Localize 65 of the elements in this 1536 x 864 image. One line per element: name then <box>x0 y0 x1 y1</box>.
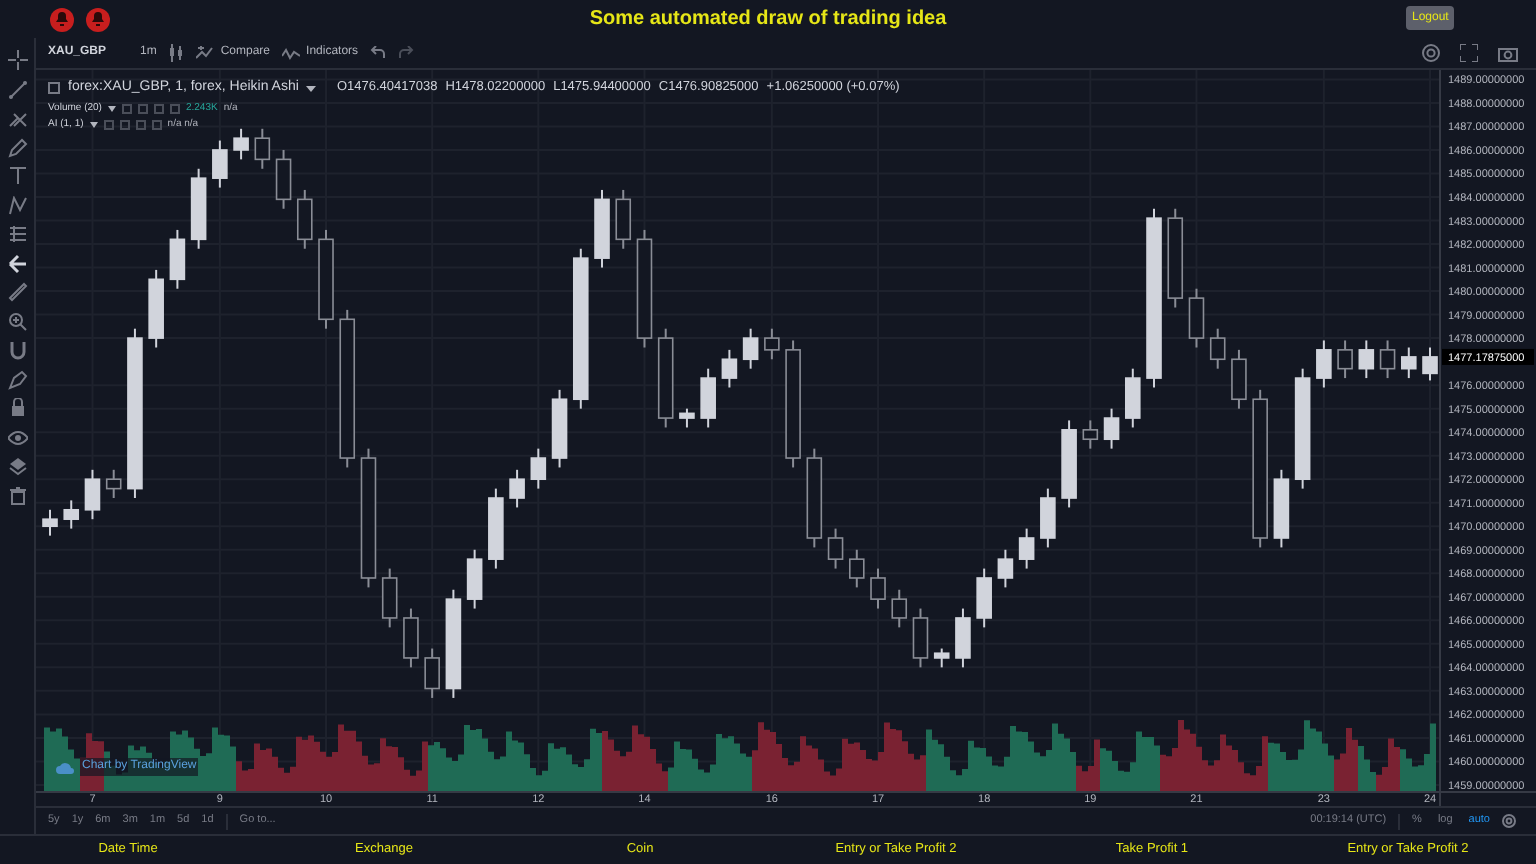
candle <box>1316 339 1332 389</box>
candle <box>594 188 610 269</box>
lock-icon[interactable] <box>7 398 27 418</box>
camera-icon[interactable] <box>1498 45 1518 61</box>
candle <box>933 647 950 669</box>
candle <box>233 127 249 161</box>
cloud-icon <box>56 761 74 773</box>
candle <box>1125 367 1141 429</box>
candle <box>721 348 738 389</box>
candle <box>976 567 992 629</box>
caret-icon[interactable] <box>107 105 116 112</box>
zigzag-icon[interactable] <box>7 195 27 215</box>
candle <box>700 367 716 429</box>
candle <box>997 548 1014 589</box>
candle <box>466 548 483 610</box>
candle <box>1061 419 1077 509</box>
candle <box>63 499 80 530</box>
candles-icon[interactable] <box>168 44 185 62</box>
candle <box>509 468 525 509</box>
candle <box>42 508 58 537</box>
undo-icon[interactable] <box>370 46 387 60</box>
candle <box>530 447 547 490</box>
alarm-icon[interactable] <box>50 7 74 31</box>
candle <box>1018 527 1035 570</box>
candle <box>1294 367 1311 490</box>
candle <box>488 487 504 570</box>
caret-icon[interactable] <box>306 85 317 92</box>
layers-icon[interactable] <box>7 456 27 476</box>
bars-icon[interactable] <box>7 224 27 244</box>
text-icon[interactable] <box>7 166 27 186</box>
candle <box>169 228 186 290</box>
line-icon[interactable] <box>7 79 27 99</box>
candle <box>1358 339 1375 380</box>
eye-icon[interactable] <box>7 427 27 447</box>
fullscreen-icon[interactable] <box>1460 44 1478 62</box>
alarm-icon[interactable] <box>86 7 110 31</box>
arrow-icon[interactable] <box>7 253 27 273</box>
candle <box>1040 487 1056 549</box>
candle <box>445 588 462 699</box>
settings-icon[interactable] <box>1422 44 1440 62</box>
wave-icon <box>282 47 301 59</box>
zoom-icon[interactable] <box>7 311 27 331</box>
plus-chart-icon <box>196 46 215 60</box>
candle <box>551 388 568 469</box>
candle <box>955 607 971 669</box>
pen-icon[interactable] <box>7 137 27 157</box>
page-title: Some automated draw of trading idea <box>589 6 947 34</box>
candle <box>1273 468 1290 549</box>
candle <box>679 407 695 429</box>
candle <box>1422 346 1438 382</box>
ruler-icon[interactable] <box>7 282 27 302</box>
checkbox[interactable] <box>48 82 60 95</box>
candle <box>742 327 759 370</box>
candle <box>190 167 207 250</box>
candle <box>148 268 164 349</box>
candle <box>84 468 101 521</box>
settings-icon[interactable] <box>1502 814 1516 828</box>
trash-icon[interactable] <box>7 485 27 505</box>
magnet-icon[interactable] <box>7 340 27 360</box>
candle <box>1103 407 1120 450</box>
caret-icon[interactable] <box>89 122 98 129</box>
candle <box>212 139 228 189</box>
crosshair-icon[interactable] <box>7 50 27 70</box>
pencil-icon[interactable] <box>7 369 27 389</box>
candle <box>1401 346 1417 380</box>
